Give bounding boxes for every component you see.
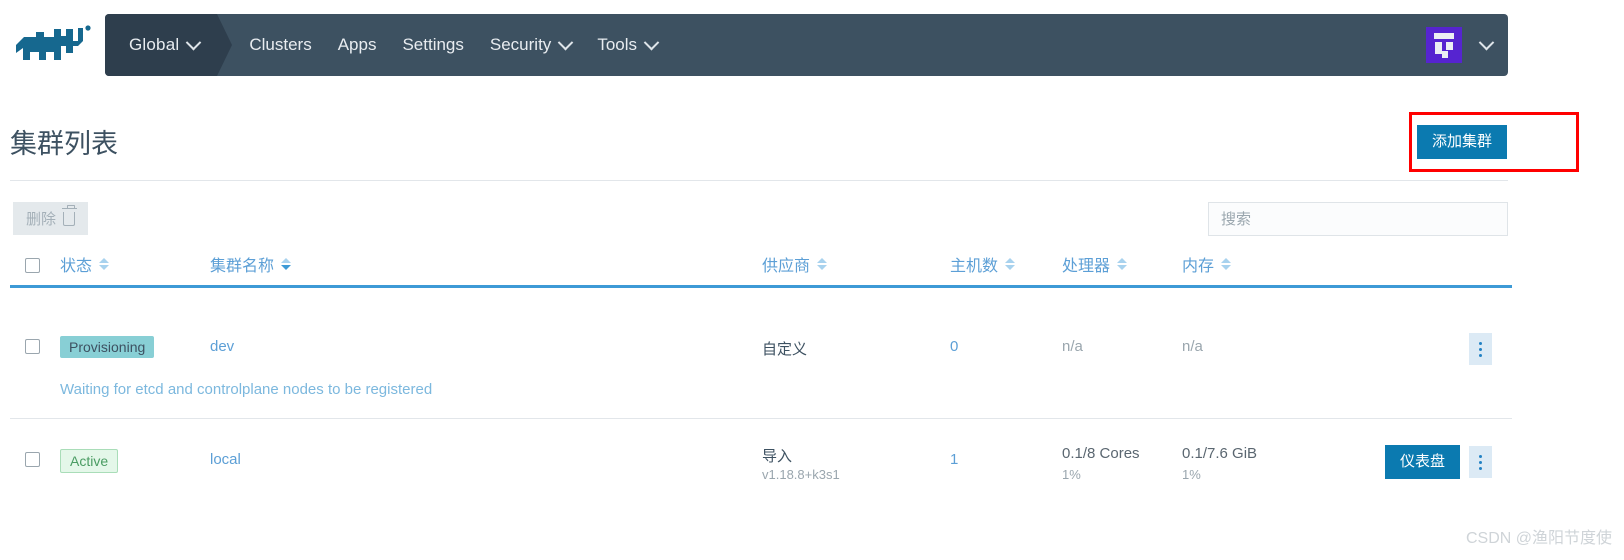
delete-button[interactable]: 删除 — [13, 202, 89, 235]
column-label: 处理器 — [1062, 258, 1111, 275]
watermark: CSDN @渔阳节度使 — [1465, 530, 1612, 547]
chevron-down-icon — [1478, 34, 1495, 50]
nav-item-clusters[interactable]: Clusters — [249, 35, 311, 55]
cluster-name-link[interactable]: dev — [210, 338, 234, 355]
page-title: 集群列表 — [10, 129, 118, 159]
column-header-status[interactable]: 状态 — [60, 252, 110, 276]
provider-value: 导入 — [762, 448, 793, 465]
row-status-message: Waiting for etcd and controlplane nodes … — [60, 381, 433, 398]
sort-arrows-icon — [281, 258, 292, 270]
nav-item-label: Tools — [597, 35, 637, 54]
nav-context-label: Global — [129, 35, 180, 54]
column-label: 主机数 — [950, 258, 999, 275]
clusters-table: 状态 集群名称 供应商 主机数 处理器 内存 Provisioning dev … — [10, 250, 1512, 513]
table-header-row: 状态 集群名称 供应商 主机数 处理器 内存 — [10, 250, 1512, 288]
column-header-cluster-name[interactable]: 集群名称 — [210, 252, 292, 276]
row-actions-menu-button[interactable] — [1469, 333, 1492, 365]
provider-value: 自定义 — [762, 341, 808, 358]
chevron-down-icon — [186, 34, 202, 50]
nav-item-apps[interactable]: Apps — [338, 35, 377, 55]
row-checkbox[interactable] — [25, 452, 40, 467]
cpu-percent: 1% — [1062, 467, 1081, 482]
status-badge: Active — [60, 449, 119, 473]
rancher-logo[interactable] — [10, 22, 98, 68]
memory-percent: 1% — [1182, 467, 1201, 482]
row-checkbox[interactable] — [25, 339, 40, 354]
nav-item-label: Settings — [402, 35, 464, 54]
memory-value: 0.1/7.6 GiB — [1182, 445, 1258, 462]
chevron-down-icon — [558, 34, 574, 50]
nav-item-tools[interactable]: Tools — [597, 34, 660, 55]
column-label: 内存 — [1182, 258, 1215, 275]
node-count-link[interactable]: 0 — [950, 338, 958, 355]
search-input[interactable] — [1208, 202, 1508, 236]
nav-item-label: Security — [489, 35, 552, 54]
nav-item-label: Apps — [337, 35, 377, 54]
trash-icon — [61, 204, 77, 226]
memory-value: n/a — [1182, 338, 1203, 355]
column-header-provider[interactable]: 供应商 — [762, 252, 828, 276]
column-label: 供应商 — [762, 258, 811, 275]
nav-item-label: Clusters — [249, 35, 312, 54]
provider-version: v1.18.8+k3s1 — [762, 467, 840, 482]
top-navigation-bar: Global Clusters Apps Settings Security T… — [105, 14, 1508, 76]
nav-item-settings[interactable]: Settings — [402, 35, 463, 55]
delete-button-label: 删除 — [26, 211, 57, 228]
rancher-cow-logo-icon — [16, 25, 91, 60]
status-badge: Provisioning — [60, 336, 155, 358]
cpu-value: 0.1/8 Cores — [1062, 445, 1140, 462]
nav-items: Clusters Apps Settings Security Tools — [249, 34, 660, 55]
cluster-name-link[interactable]: local — [210, 451, 241, 468]
nav-item-security[interactable]: Security — [489, 34, 574, 55]
column-label: 集群名称 — [210, 258, 275, 275]
sort-arrows-icon — [1117, 258, 1128, 270]
add-cluster-button[interactable]: 添加集群 — [1417, 125, 1508, 159]
chevron-down-icon — [643, 34, 660, 50]
table-row[interactable]: Provisioning dev 自定义 0 n/a n/a Waiting f… — [10, 288, 1512, 398]
select-all-checkbox[interactable] — [25, 258, 40, 273]
sort-arrows-icon — [99, 258, 110, 270]
row-actions-menu-button[interactable] — [1469, 446, 1492, 478]
cpu-value: n/a — [1062, 338, 1083, 355]
user-menu[interactable] — [1426, 14, 1495, 76]
table-row[interactable]: Active local 导入 v1.18.8+k3s1 1 0.1/8 Cor… — [10, 418, 1512, 513]
dashboard-button[interactable]: 仪表盘 — [1385, 445, 1461, 479]
node-count-link[interactable]: 1 — [950, 451, 958, 468]
nav-context-global[interactable]: Global — [105, 14, 233, 76]
sort-arrows-icon — [1005, 258, 1016, 270]
sort-arrows-icon — [817, 258, 828, 270]
column-label: 状态 — [60, 258, 93, 275]
column-header-node-count[interactable]: 主机数 — [950, 252, 1016, 276]
avatar — [1426, 27, 1462, 63]
column-header-cpu[interactable]: 处理器 — [1062, 252, 1128, 276]
header-divider — [10, 180, 1508, 181]
column-header-memory[interactable]: 内存 — [1182, 252, 1232, 276]
sort-arrows-icon — [1221, 258, 1232, 270]
